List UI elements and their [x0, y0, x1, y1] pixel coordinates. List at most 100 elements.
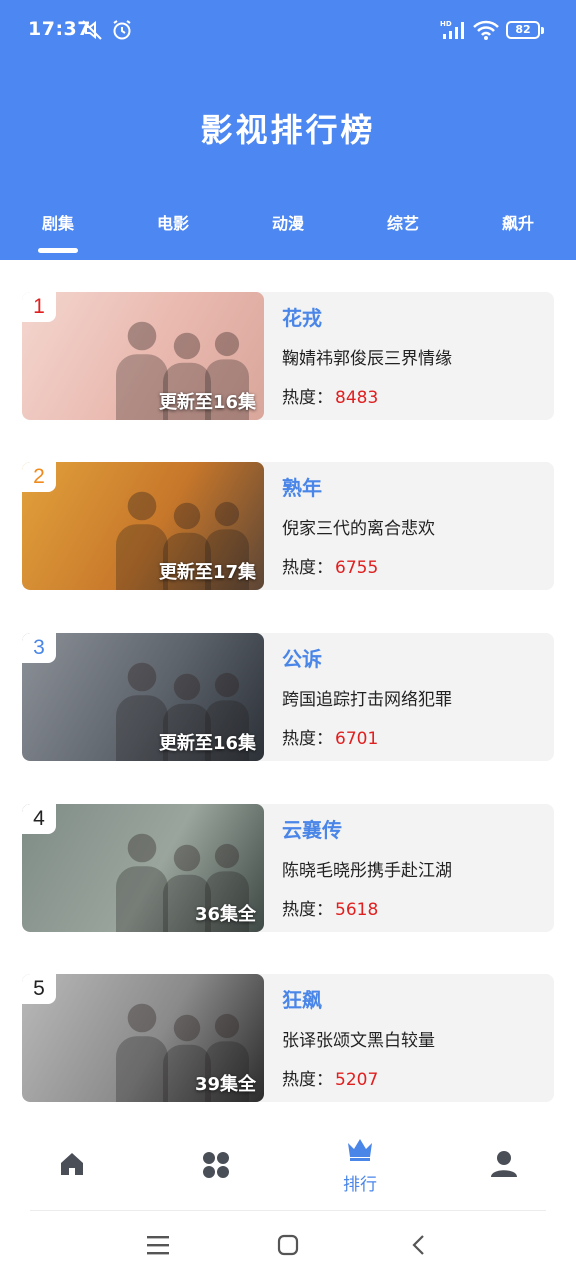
poster-figure-head: [214, 331, 240, 357]
rank-badge: 5: [22, 974, 56, 1004]
battery-icon: 82: [506, 21, 544, 39]
item-info: 花戎 鞠婧祎郭俊辰三界情缘 热度： 8483: [282, 292, 544, 420]
item-description: 张译张颂文黑白较量: [282, 1031, 435, 1051]
hd-signal-icon: HD: [440, 18, 468, 46]
poster-figure-head: [214, 501, 240, 527]
poster-figure-head: [173, 502, 201, 530]
tab-variety[interactable]: 综艺: [363, 210, 443, 234]
home-icon: [58, 1150, 86, 1182]
nav-label: 排行: [343, 1175, 377, 1195]
poster-thumbnail[interactable]: 2 更新至17集: [22, 462, 264, 590]
poster-figure-head: [214, 672, 240, 698]
system-nav-bar: [0, 1212, 576, 1280]
tab-label: 电影: [156, 214, 189, 233]
poster-thumbnail[interactable]: 5 39集全: [22, 974, 264, 1102]
item-title[interactable]: 狂飙: [282, 984, 322, 1013]
item-info: 云襄传 陈晓毛晓彤携手赴江湖 热度： 5618: [282, 804, 544, 932]
poster-figure-head: [127, 1003, 157, 1033]
nav-profile[interactable]: [454, 1120, 554, 1200]
episode-status: 39集全: [194, 1074, 256, 1095]
tab-label: 动漫: [271, 214, 304, 233]
heat-label: 热度：: [282, 558, 333, 578]
nav-divider: [30, 1210, 546, 1211]
list-item[interactable]: 4 36集全 云襄传 陈晓毛晓彤携手赴江湖 热度： 5618: [22, 804, 554, 932]
tab-movies[interactable]: 电影: [133, 210, 213, 234]
heat-row: 热度： 6755: [282, 553, 378, 578]
heat-label: 热度：: [282, 900, 333, 920]
item-title[interactable]: 熟年: [282, 472, 322, 501]
poster-figure-head: [214, 1013, 240, 1039]
category-tabs: 剧集 电影 动漫 综艺 飙升: [0, 210, 576, 260]
back-icon[interactable]: [408, 1234, 430, 1260]
crown-icon: [346, 1136, 374, 1166]
episode-status: 更新至16集: [158, 392, 256, 413]
item-description: 倪家三代的离合悲欢: [282, 519, 435, 539]
poster-thumbnail[interactable]: 3 更新至16集: [22, 633, 264, 761]
rank-badge: 4: [22, 804, 56, 834]
heat-row: 热度： 5618: [282, 895, 378, 920]
heat-label: 热度：: [282, 1070, 333, 1090]
heat-row: 热度： 6701: [282, 724, 378, 749]
rank-badge: 2: [22, 462, 56, 492]
poster-figure-body: [116, 1036, 168, 1102]
poster-figure-head: [214, 843, 240, 869]
list-item[interactable]: 3 更新至16集 公诉 跨国追踪打击网络犯罪 热度： 6701: [22, 633, 554, 761]
episode-status: 更新至17集: [158, 562, 256, 583]
poster-figure-head: [127, 491, 157, 521]
poster-figure-body: [116, 866, 168, 932]
item-description: 陈晓毛晓彤携手赴江湖: [282, 861, 452, 881]
alarm-icon: [110, 18, 134, 46]
heat-value: 8483: [335, 388, 379, 408]
list-item[interactable]: 1 更新至16集 花戎 鞠婧祎郭俊辰三界情缘 热度： 8483: [22, 292, 554, 420]
heat-label: 热度：: [282, 388, 333, 408]
poster-figure-head: [173, 332, 201, 360]
category-icon: [202, 1151, 230, 1183]
list-item[interactable]: 2 更新至17集 熟年 倪家三代的离合悲欢 热度： 6755: [22, 462, 554, 590]
rank-badge: 3: [22, 633, 56, 663]
menu-icon[interactable]: [146, 1234, 170, 1260]
header: 17:37 HD 82 影视排行榜 剧集 电影 动漫 综艺 飙升: [0, 0, 576, 260]
item-title[interactable]: 花戎: [282, 302, 322, 331]
tab-rising[interactable]: 飙升: [478, 210, 558, 234]
heat-value: 5207: [335, 1070, 379, 1090]
item-description: 鞠婧祎郭俊辰三界情缘: [282, 349, 452, 369]
nav-category[interactable]: [166, 1120, 266, 1200]
svg-text:HD: HD: [440, 20, 452, 28]
poster-figure-head: [173, 673, 201, 701]
item-info: 狂飙 张译张颂文黑白较量 热度： 5207: [282, 974, 544, 1102]
bottom-nav: 排行: [0, 1120, 576, 1210]
rank-badge: 1: [22, 292, 56, 322]
tab-label: 飙升: [501, 214, 534, 233]
poster-figure-head: [127, 321, 157, 351]
nav-home[interactable]: [22, 1120, 122, 1200]
mute-icon: [80, 18, 104, 46]
tab-active-indicator: [38, 248, 78, 253]
item-title[interactable]: 公诉: [282, 643, 322, 672]
poster-figure-head: [173, 1014, 201, 1042]
heat-value: 5618: [335, 900, 379, 920]
poster-figure-head: [173, 844, 201, 872]
heat-row: 热度： 5207: [282, 1065, 378, 1090]
heat-row: 热度： 8483: [282, 383, 378, 408]
episode-status: 更新至16集: [158, 733, 256, 754]
item-info: 熟年 倪家三代的离合悲欢 热度： 6755: [282, 462, 544, 590]
episode-status: 36集全: [194, 904, 256, 925]
heat-label: 热度：: [282, 729, 333, 749]
item-title[interactable]: 云襄传: [282, 814, 342, 843]
tab-anime[interactable]: 动漫: [248, 210, 328, 234]
poster-figure-head: [127, 833, 157, 863]
tab-series[interactable]: 剧集: [18, 210, 98, 253]
home-square-icon[interactable]: [277, 1234, 299, 1260]
heat-value: 6701: [335, 729, 379, 749]
user-icon: [490, 1150, 518, 1182]
item-info: 公诉 跨国追踪打击网络犯罪 热度： 6701: [282, 633, 544, 761]
tab-label: 剧集: [41, 214, 74, 233]
heat-value: 6755: [335, 558, 379, 578]
wifi-icon: [472, 18, 500, 46]
nav-ranking[interactable]: 排行: [310, 1120, 410, 1200]
poster-thumbnail[interactable]: 4 36集全: [22, 804, 264, 932]
list-item[interactable]: 5 39集全 狂飙 张译张颂文黑白较量 热度： 5207: [22, 974, 554, 1102]
page-title: 影视排行榜: [200, 111, 376, 149]
poster-figure-head: [127, 662, 157, 692]
poster-thumbnail[interactable]: 1 更新至16集: [22, 292, 264, 420]
